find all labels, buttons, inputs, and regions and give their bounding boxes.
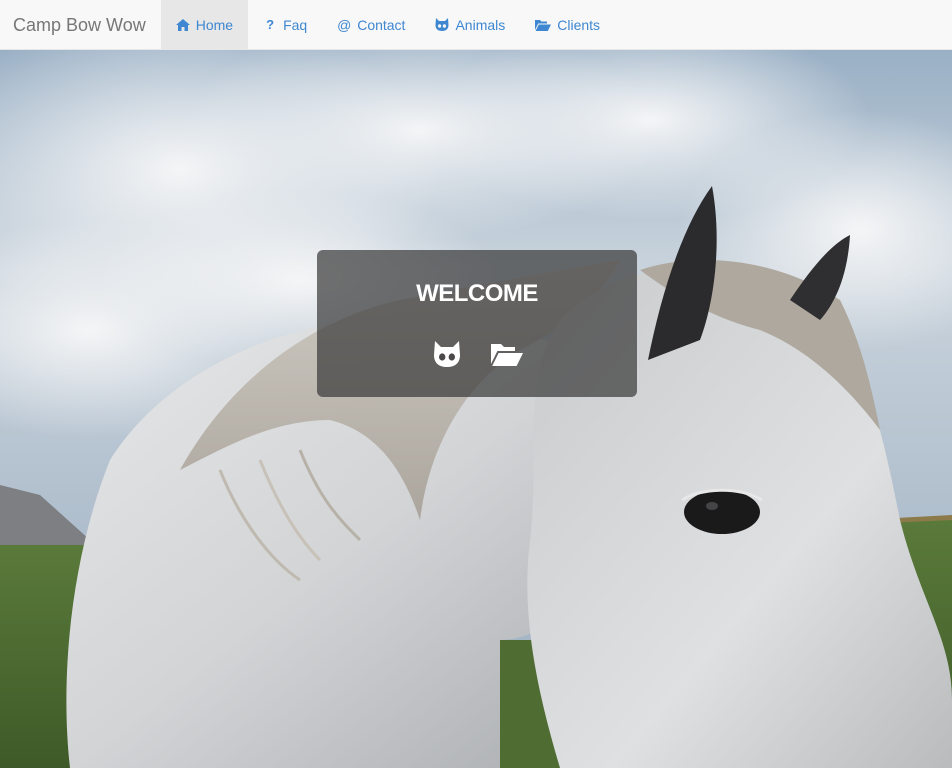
question-icon: ? — [266, 16, 275, 32]
cat-icon[interactable] — [431, 340, 463, 368]
nav-item-label: Contact — [357, 16, 406, 33]
folder-open-icon — [535, 18, 552, 32]
brand-link[interactable]: Camp Bow Wow — [0, 0, 161, 50]
top-navbar: Camp Bow Wow Home ? Faq @ Contact Animal… — [0, 0, 952, 50]
welcome-icon-links — [317, 340, 637, 368]
cat-icon — [435, 18, 449, 32]
nav-item-animals[interactable]: Animals — [420, 0, 520, 49]
home-icon — [175, 18, 190, 32]
nav-item-clients[interactable]: Clients — [520, 0, 615, 49]
page: Camp Bow Wow Home ? Faq @ Contact Animal… — [0, 0, 952, 768]
nav-item-label: Clients — [557, 16, 601, 33]
nav-item-home[interactable]: Home — [160, 0, 249, 49]
nav-item-label: Home — [195, 16, 234, 33]
at-icon: @ — [337, 16, 352, 33]
welcome-panel: WELCOME — [317, 250, 637, 397]
nav-item-label: Faq — [283, 16, 308, 33]
nav-item-faq[interactable]: ? Faq — [248, 0, 322, 49]
nav-item-contact[interactable]: @ Contact — [322, 0, 420, 49]
nav-item-label: Animals — [455, 16, 506, 33]
welcome-title: WELCOME — [416, 280, 538, 307]
folder-open-icon[interactable] — [491, 340, 523, 368]
nav-menu: Home ? Faq @ Contact Animals Clients — [160, 0, 615, 49]
